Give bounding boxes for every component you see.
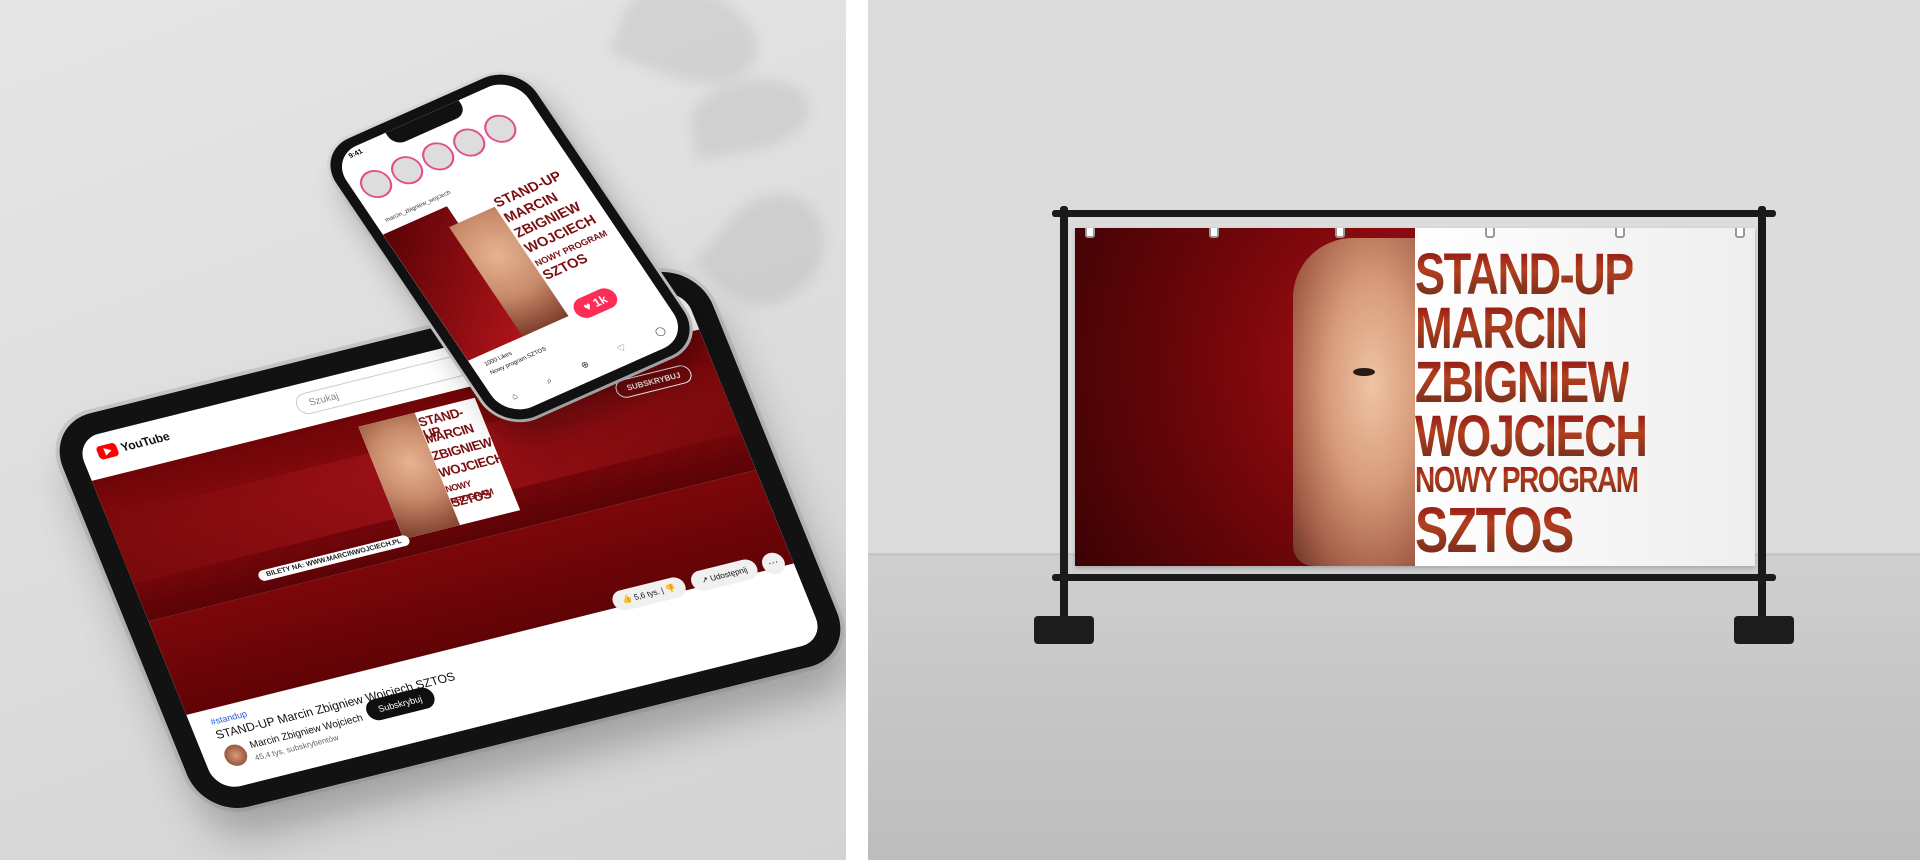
portrait-face <box>1293 238 1415 566</box>
eye <box>1353 368 1375 376</box>
grommet <box>1085 228 1095 238</box>
leaf-shadow <box>693 171 846 329</box>
like-count: 5,6 tys. <box>632 587 661 602</box>
story-avatar[interactable] <box>481 112 520 145</box>
youtube-logo-text: YouTube <box>118 429 172 455</box>
youtube-channel-screen: YouTube Szukaj STAND-UP MARCIN ZBIGNIEW … <box>75 288 825 792</box>
stand-top-bar <box>1052 210 1776 217</box>
home-icon[interactable]: ⌂ <box>509 391 523 407</box>
grommet <box>1735 228 1745 238</box>
banner-line: WOJCIECH <box>1415 404 1648 469</box>
stand-bottom-bar <box>1052 574 1776 581</box>
story-avatar[interactable] <box>418 140 458 173</box>
grommet <box>1335 228 1345 238</box>
status-time: 9:41 <box>347 148 365 160</box>
grommet <box>1209 228 1219 238</box>
stand-left-foot <box>1034 616 1094 644</box>
tablet-phone-mockup: YouTube Szukaj STAND-UP MARCIN ZBIGNIEW … <box>0 0 846 860</box>
youtube-logo[interactable]: YouTube <box>95 429 172 461</box>
youtube-play-icon <box>95 442 120 461</box>
channel-avatar[interactable] <box>220 742 251 769</box>
story-avatar[interactable] <box>387 153 427 187</box>
grommet <box>1615 228 1625 238</box>
profile-icon[interactable]: ◯ <box>653 325 671 343</box>
search-icon[interactable]: ⌕ <box>544 375 558 391</box>
like-badge-count: 1k <box>590 292 611 310</box>
grommet <box>1485 228 1495 238</box>
add-icon[interactable]: ⊕ <box>579 359 595 376</box>
stand-left-pole <box>1060 206 1068 626</box>
story-avatar[interactable] <box>449 126 489 159</box>
banner: STAND-UP MARCIN ZBIGNIEW WOJCIECH NOWY P… <box>1075 228 1755 566</box>
story-avatar[interactable] <box>356 167 396 201</box>
banner-line: SZTOS <box>1415 494 1574 566</box>
stand-right-pole <box>1758 206 1766 626</box>
stand-right-foot <box>1734 616 1794 644</box>
banner-line: NOWY PROGRAM <box>1415 459 1639 500</box>
share-label: Udostępnij <box>708 565 749 583</box>
heart-icon[interactable]: ♡ <box>615 342 631 359</box>
